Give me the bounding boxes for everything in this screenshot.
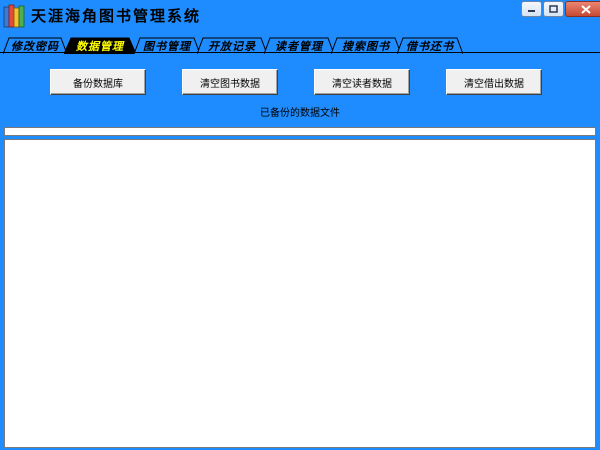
tab-label: 读者管理: [275, 39, 323, 53]
tab-label: 借书还书: [406, 39, 454, 53]
tab-label: 开放记录: [208, 39, 256, 53]
clear-book-data-button[interactable]: 清空图书数据: [182, 69, 278, 95]
books-app-icon: [3, 4, 25, 28]
tab-label: 修改密码: [11, 39, 59, 53]
tab-change-password[interactable]: 修改密码: [3, 37, 67, 54]
tab-label: 图书管理: [143, 39, 191, 53]
backup-progress-bar: [4, 127, 596, 136]
tab-borrow-return[interactable]: 借书还书: [397, 37, 463, 54]
clear-reader-data-button[interactable]: 清空读者数据: [314, 69, 410, 95]
tab-label: 数据管理: [76, 39, 124, 53]
close-button[interactable]: [565, 1, 600, 17]
minimize-icon: [528, 10, 535, 12]
clear-loan-data-button[interactable]: 清空借出数据: [446, 69, 542, 95]
backup-database-button[interactable]: 备份数据库: [50, 69, 146, 95]
backup-files-list[interactable]: [4, 139, 596, 448]
app-title: 天涯海角图书管理系统: [31, 7, 202, 25]
minimize-button[interactable]: [521, 1, 542, 17]
title-bar: 天涯海角图书管理系统: [0, 0, 600, 32]
tab-book-management[interactable]: 图书管理: [134, 37, 200, 54]
close-icon: [580, 4, 591, 14]
maximize-button[interactable]: [543, 1, 564, 17]
maximize-icon: [549, 5, 558, 13]
backup-files-label: 已备份的数据文件: [260, 108, 340, 119]
tab-label: 搜索图书: [342, 39, 390, 53]
